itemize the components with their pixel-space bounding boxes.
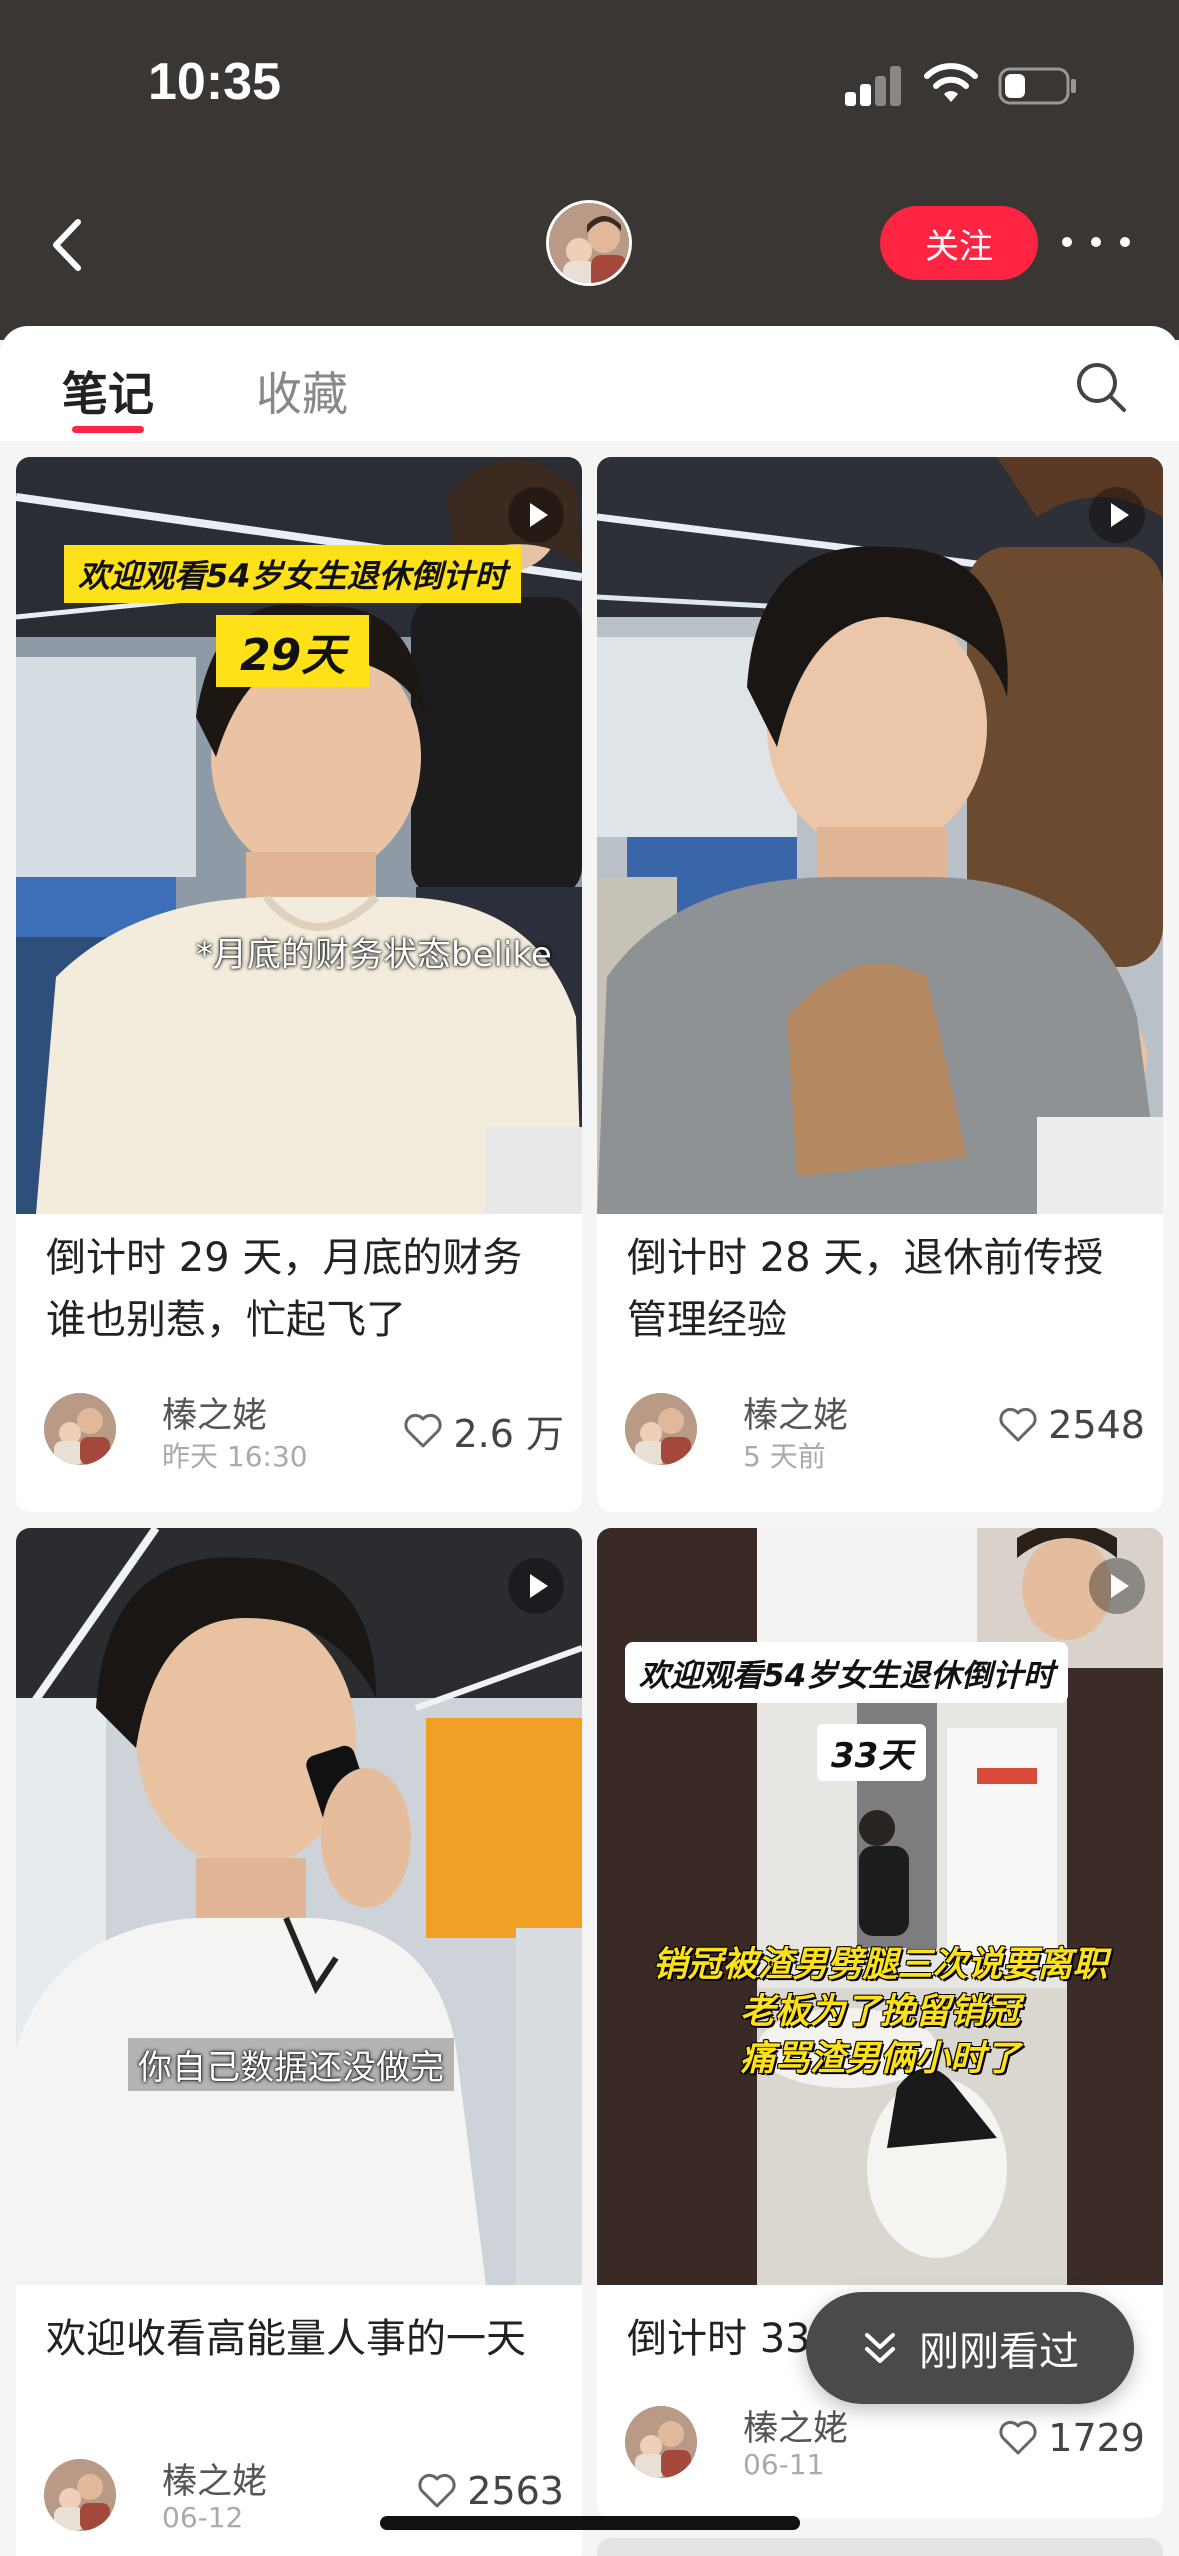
heart-icon [999,2420,1037,2455]
post-time: 06-11 [743,2448,825,2481]
like-count: 1729 [1048,2416,1145,2460]
cover-banner-days: 29天 [216,615,370,687]
like-button[interactable]: 2563 [417,2469,564,2513]
video-play-icon [1089,487,1145,543]
video-play-icon [508,1558,564,1614]
post-time: 06-12 [162,2501,244,2534]
note-title[interactable]: 倒计时 28 天，退休前传授管理经验 [627,1227,1137,1351]
cover-banner-text: 欢迎观看54岁女生退休倒计时 [625,1642,1069,1703]
battery-icon [998,67,1076,105]
search-icon[interactable] [1072,358,1130,416]
cover-caption: *月底的财务状态belike [196,935,552,975]
author-avatar[interactable] [44,1393,116,1465]
note-card[interactable] [597,2538,1163,2556]
home-indicator[interactable] [380,2516,800,2530]
active-tab-indicator [72,426,144,433]
double-chevron-down-icon [865,2333,895,2363]
cover-yellow-line: 老板为了挽留销冠 [739,1992,1020,2032]
cover-image [597,457,1163,1214]
heart-icon [999,1407,1037,1442]
like-count: 2.6 万 [453,1412,564,1456]
recently-viewed-label: 刚刚看过 [919,2329,1079,2375]
video-play-icon [1089,1558,1145,1614]
tab-notes[interactable]: 笔记 [62,358,154,424]
dot-icon [1120,237,1130,247]
author-avatar[interactable] [625,1393,697,1465]
tab-bar: 笔记 收藏 [0,326,1179,441]
like-count: 2563 [467,2469,564,2513]
tab-collections[interactable]: 收藏 [256,358,348,424]
note-cover[interactable]: 你自己数据还没做完 [16,1528,582,2285]
recently-viewed-button[interactable]: 刚刚看过 [806,2292,1134,2404]
cover-caption: 你自己数据还没做完 [128,2038,454,2091]
note-meta: 榛之姥 5 天前 2548 [625,1387,1145,1473]
wifi-icon [924,63,978,102]
author-name[interactable]: 榛之姥 [743,2400,848,2451]
status-time: 10:35 [148,53,281,111]
profile-avatar[interactable] [546,200,632,286]
follow-button[interactable]: 关注 [880,206,1038,280]
note-meta: 榛之姥 昨天 16:30 2.6 万 [44,1387,564,1473]
note-cover[interactable]: 欢迎观看54岁女生退休倒计时 29天 *月底的财务状态belike [16,457,582,1214]
note-title[interactable]: 欢迎收看高能量人事的一天 [46,2308,556,2370]
dot-icon [1062,237,1072,247]
cellular-signal-icon [845,66,903,106]
cover-yellow-line: 痛骂渣男俩小时了 [739,2039,1020,2079]
author-avatar[interactable] [44,2459,116,2531]
note-card[interactable]: 倒计时 28 天，退休前传授管理经验 榛之姥 5 天前 2548 [597,457,1163,1512]
note-title[interactable]: 倒计时 29 天，月底的财务谁也别惹，忙起飞了 [46,1227,556,1351]
like-count: 2548 [1048,1403,1145,1447]
note-card[interactable]: 欢迎观看54岁女生退休倒计时 29天 *月底的财务状态belike 倒计时 29… [16,457,582,1512]
author-name[interactable]: 榛之姥 [743,1387,848,1438]
like-button[interactable]: 2.6 万 [403,1403,564,1458]
post-time: 昨天 16:30 [162,1440,308,1473]
post-time: 5 天前 [743,1440,826,1473]
author-name[interactable]: 榛之姥 [162,1387,267,1438]
heart-icon [418,2473,456,2508]
note-cover[interactable]: 欢迎观看54岁女生退休倒计时 33天 销冠被渣男劈腿三次说要离职 老板为了挽留销… [597,1528,1163,2285]
like-button[interactable]: 2548 [998,1403,1145,1447]
note-meta: 榛之姥 06-11 1729 [625,2400,1145,2481]
note-cover[interactable] [597,457,1163,1214]
cover-banner-text: 欢迎观看54岁女生退休倒计时 [64,545,521,603]
heart-icon [404,1413,443,1447]
dot-icon [1091,237,1101,247]
note-card[interactable]: 你自己数据还没做完 欢迎收看高能量人事的一天 榛之姥 06-12 2563 [16,1528,582,2556]
cover-image [16,1528,582,2285]
back-button[interactable] [40,210,100,280]
more-options-button[interactable] [1062,222,1130,262]
author-name[interactable]: 榛之姥 [162,2453,267,2504]
like-button[interactable]: 1729 [998,2416,1145,2460]
profile-header: 10:35 关注 [0,0,1179,340]
cover-banner-days: 33天 [817,1724,927,1781]
author-avatar[interactable] [625,2406,697,2478]
cover-yellow-line: 销冠被渣男劈腿三次说要离职 [652,1945,1108,1985]
video-play-icon [508,487,564,543]
